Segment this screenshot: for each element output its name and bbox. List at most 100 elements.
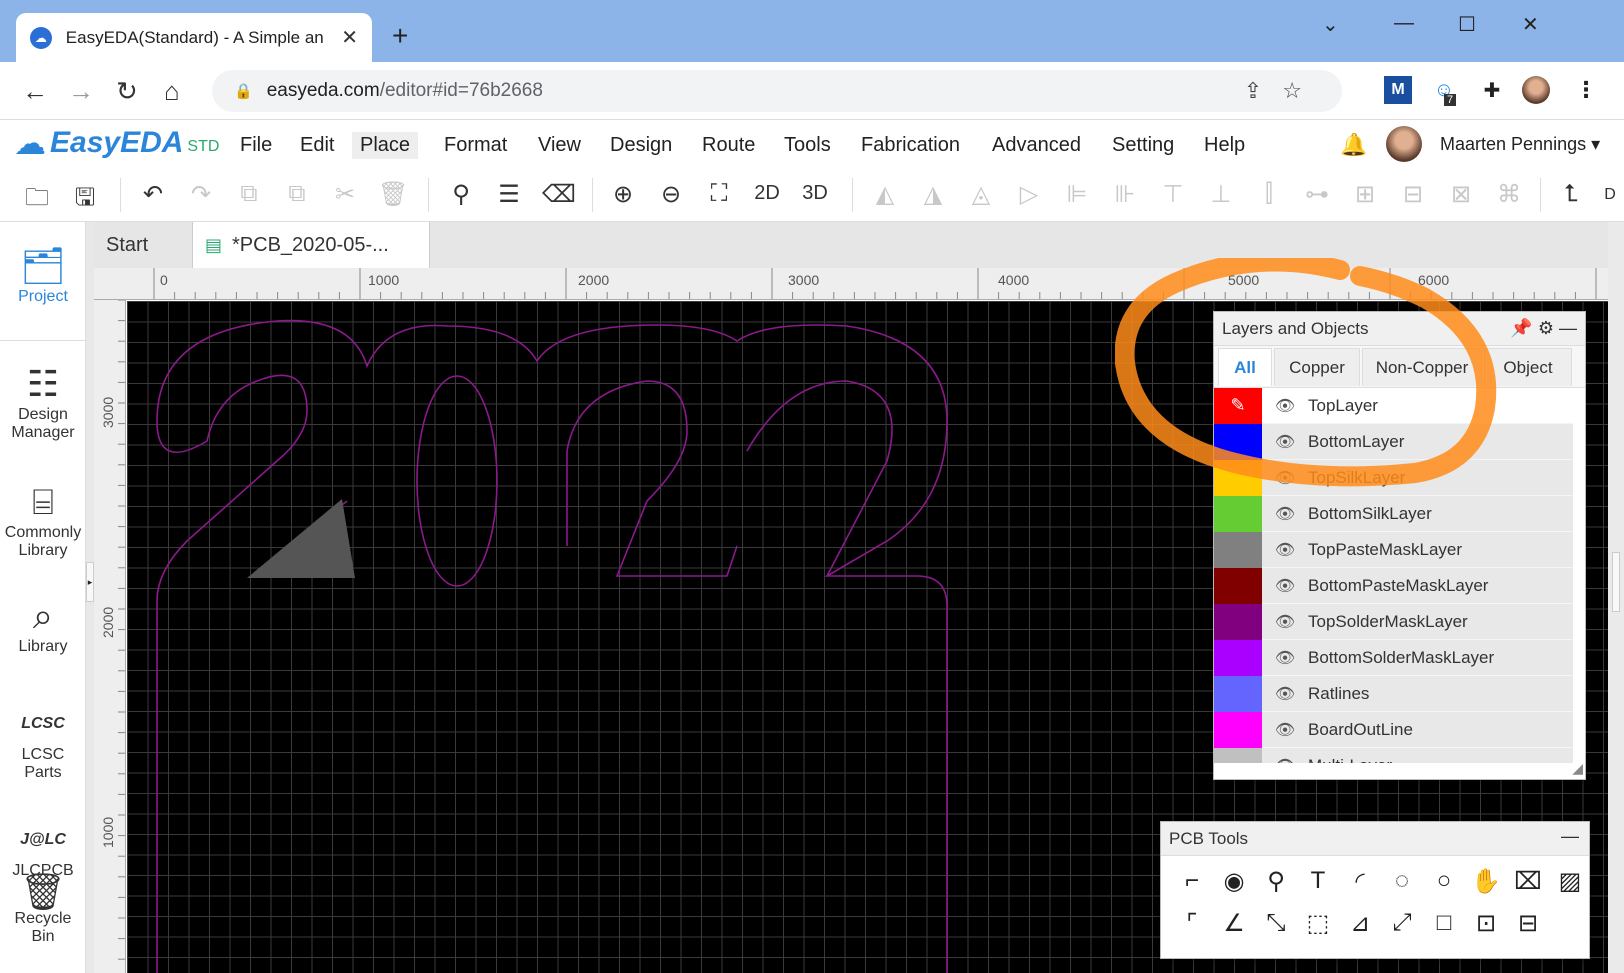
image-icon[interactable]: ⌧ bbox=[1507, 860, 1549, 902]
layer-color-swatch[interactable] bbox=[1214, 495, 1262, 532]
align-hcenter-icon[interactable]: ⫿ bbox=[1254, 180, 1284, 208]
view-3d-button[interactable]: 3D bbox=[800, 182, 830, 205]
distribute-h-icon[interactable]: ⊞ bbox=[1350, 180, 1380, 209]
angle-icon[interactable]: ∠ bbox=[1213, 902, 1255, 944]
menu-design[interactable]: Design bbox=[602, 132, 680, 159]
line-icon[interactable]: ⌜ bbox=[1171, 902, 1213, 944]
layer-color-swatch[interactable] bbox=[1214, 747, 1262, 763]
toolbar-more[interactable]: D bbox=[1600, 186, 1620, 204]
flip-vertical-icon[interactable]: ▷ bbox=[1014, 180, 1044, 209]
menu-tools[interactable]: Tools bbox=[776, 132, 839, 159]
close-tab-icon[interactable]: ✕ bbox=[341, 25, 358, 50]
right-splitter[interactable] bbox=[1608, 222, 1624, 973]
rect-dashed-icon[interactable]: ⬚ bbox=[1297, 902, 1339, 944]
align-grid-icon[interactable]: ⊠ bbox=[1446, 180, 1476, 209]
circle-icon[interactable]: ○ bbox=[1423, 860, 1465, 902]
rotate-right-icon[interactable]: ◮ bbox=[918, 180, 948, 209]
dimension-icon[interactable]: ⤡ bbox=[1255, 902, 1297, 944]
eye-icon[interactable]: 👁 bbox=[1262, 504, 1308, 524]
menu-setting[interactable]: Setting bbox=[1104, 132, 1182, 159]
rotate-left-icon[interactable]: ◭ bbox=[870, 180, 900, 209]
layer-color-swatch[interactable] bbox=[1214, 459, 1262, 496]
sidebar-item-recycle-bin[interactable]: 🗑 Recycle Bin bbox=[0, 874, 86, 946]
tab-all[interactable]: All bbox=[1218, 348, 1272, 386]
via-icon[interactable]: ⚲ bbox=[1255, 860, 1297, 902]
layer-color-swatch[interactable] bbox=[1214, 711, 1262, 748]
zoom-out-icon[interactable]: ⊖ bbox=[656, 180, 686, 209]
undo-icon[interactable]: ↶ bbox=[138, 180, 168, 209]
eraser-icon[interactable]: ⌫ bbox=[542, 180, 576, 209]
tab-search-chevron-icon[interactable]: ⌄ bbox=[1322, 12, 1339, 37]
save-icon[interactable]: 🖫 bbox=[70, 180, 100, 221]
align-top-icon[interactable]: ⊤ bbox=[1158, 180, 1188, 209]
menu-advanced[interactable]: Advanced bbox=[984, 132, 1089, 159]
zoom-in-icon[interactable]: ⊕ bbox=[608, 180, 638, 209]
layer-color-swatch[interactable] bbox=[1214, 423, 1262, 460]
layer-row[interactable]: 👁 BottomSilkLayer bbox=[1214, 495, 1573, 532]
photo-icon[interactable]: ▨ bbox=[1549, 860, 1591, 902]
align-left-icon[interactable]: ⊫ bbox=[1062, 180, 1092, 209]
gear-icon[interactable]: ⚙ bbox=[1538, 318, 1554, 338]
eye-icon[interactable]: 👁 bbox=[1262, 396, 1308, 416]
layer-row[interactable]: 👁 BoardOutLine bbox=[1214, 711, 1573, 748]
eye-icon[interactable]: 👁 bbox=[1262, 540, 1308, 560]
sidebar-item-design-manager[interactable]: ☷ Design Manager bbox=[0, 362, 86, 442]
user-avatar[interactable] bbox=[1386, 126, 1422, 162]
lock-icon[interactable]: 🔒 bbox=[234, 82, 253, 100]
align-vcenter-icon[interactable]: ⊶ bbox=[1302, 180, 1332, 209]
tab-non-copper[interactable]: Non-Copper bbox=[1362, 348, 1482, 386]
redo-icon[interactable]: ↷ bbox=[186, 180, 216, 209]
export-icon[interactable]: ⮤ bbox=[1556, 180, 1586, 208]
minimize-panel-icon[interactable]: — bbox=[1559, 318, 1577, 338]
eye-icon[interactable]: 👁 bbox=[1262, 684, 1308, 704]
layer-color-swatch[interactable] bbox=[1214, 603, 1262, 640]
menu-edit[interactable]: Edit bbox=[292, 132, 342, 159]
layout-icon[interactable]: ⊟ bbox=[1507, 902, 1549, 944]
tab-pcb[interactable]: ▤ *PCB_2020-05-... bbox=[192, 222, 430, 268]
menu-file[interactable]: File bbox=[232, 132, 280, 159]
menu-route[interactable]: Route bbox=[694, 132, 763, 159]
reload-icon[interactable]: ↻ bbox=[116, 76, 138, 107]
eye-icon[interactable]: 👁 bbox=[1262, 756, 1308, 764]
text-icon[interactable]: T bbox=[1297, 860, 1339, 902]
browser-tab[interactable]: ☁ EasyEDA(Standard) - A Simple an ✕ bbox=[16, 13, 372, 62]
pin-icon[interactable]: 📌 bbox=[1510, 318, 1532, 338]
distribute-v-icon[interactable]: ⊟ bbox=[1398, 180, 1428, 209]
eye-icon[interactable]: 👁 bbox=[1262, 432, 1308, 452]
search-icon[interactable]: ⚲ bbox=[446, 180, 476, 209]
menu-help[interactable]: Help bbox=[1196, 132, 1253, 159]
open-folder-icon[interactable]: 🗀 bbox=[22, 180, 52, 221]
sidebar-item-project[interactable]: 🗂 Project bbox=[0, 244, 86, 306]
tab-object[interactable]: Object bbox=[1484, 348, 1572, 386]
layer-color-swatch[interactable] bbox=[1214, 675, 1262, 712]
cut-icon[interactable]: ✂ bbox=[330, 180, 360, 209]
sidebar-item-library[interactable]: ⌕ Library bbox=[0, 594, 86, 656]
layer-color-swatch[interactable]: ✎ bbox=[1214, 388, 1262, 424]
layer-row[interactable]: 👁Multi-Layer bbox=[1214, 747, 1573, 764]
layer-row[interactable]: 👁 BottomPasteMaskLayer bbox=[1214, 567, 1573, 604]
rect-icon[interactable]: □ bbox=[1423, 902, 1465, 944]
layer-row[interactable]: 👁 TopSilkLayer bbox=[1214, 459, 1573, 496]
layer-color-swatch[interactable] bbox=[1214, 639, 1262, 676]
copy-icon[interactable]: ⧉ bbox=[234, 180, 264, 208]
eye-icon[interactable]: 👁 bbox=[1262, 612, 1308, 632]
share-star-icons[interactable]: ⇪☆ bbox=[1244, 78, 1322, 104]
forward-icon[interactable]: → bbox=[68, 76, 94, 107]
track-icon[interactable]: ⌐ bbox=[1171, 860, 1213, 902]
minimize-panel-icon[interactable]: — bbox=[1561, 826, 1579, 847]
eye-icon[interactable]: 👁 bbox=[1262, 720, 1308, 740]
copper-area-icon[interactable]: ⊡ bbox=[1465, 902, 1507, 944]
align-right-icon[interactable]: ⊪ bbox=[1110, 180, 1140, 209]
layer-row[interactable]: 👁 TopSolderMaskLayer bbox=[1214, 603, 1573, 640]
menu-place[interactable]: Place bbox=[352, 132, 419, 159]
extension-m-icon[interactable]: M bbox=[1384, 76, 1412, 104]
find-list-icon[interactable]: ☰ bbox=[494, 180, 524, 209]
flip-horizontal-icon[interactable]: ◬ bbox=[966, 180, 996, 209]
resize-grip-icon[interactable]: ◢ bbox=[1572, 760, 1583, 777]
notification-bell-icon[interactable]: 🔔 bbox=[1340, 132, 1367, 158]
home-icon[interactable]: ⌂ bbox=[164, 76, 180, 107]
user-name-dropdown[interactable]: Maarten Pennings ▾ bbox=[1440, 134, 1600, 155]
profile-avatar-icon[interactable] bbox=[1522, 76, 1550, 104]
eye-icon[interactable]: 👁 bbox=[1262, 468, 1308, 488]
right-collapse-handle[interactable] bbox=[1612, 552, 1620, 612]
